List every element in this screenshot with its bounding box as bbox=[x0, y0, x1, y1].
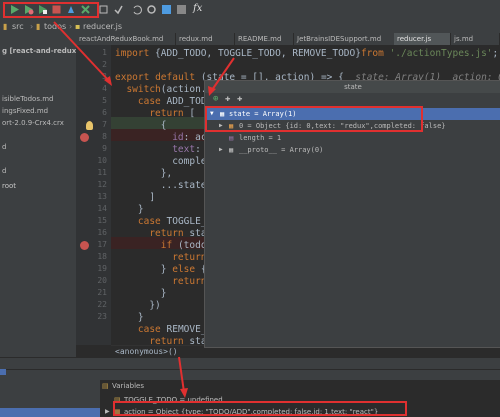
annotation-arrows bbox=[53, 21, 235, 398]
